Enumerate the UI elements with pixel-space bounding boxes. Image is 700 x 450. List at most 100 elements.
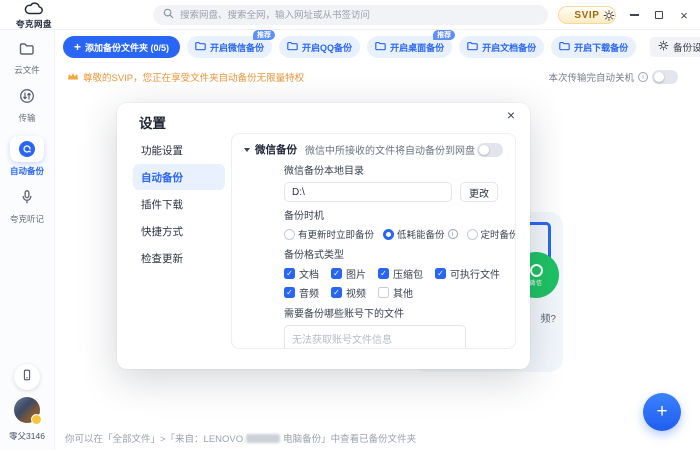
section-description: 微信中所接收的文件将自动备份到网盘 <box>305 142 475 157</box>
redacted-device-name <box>246 434 280 443</box>
recommend-badge: 推荐 <box>433 30 455 40</box>
section-title: 微信备份 <box>255 142 297 157</box>
checkbox-audio[interactable]: 音频 <box>284 285 319 300</box>
local-dir-label: 微信备份本地目录 <box>284 165 503 178</box>
plus-icon: + <box>74 41 81 53</box>
radio-immediate-backup[interactable]: 有更新时立即备份 <box>284 227 374 241</box>
folder-icon <box>19 42 35 61</box>
local-dir-input[interactable] <box>284 182 452 202</box>
sidebar-item-auto-backup[interactable]: 自动备份 <box>10 136 44 177</box>
backup-toolbar: + 添加备份文件夹 (0/5) 开启微信备份 推荐 开启QQ备份 开启桌面备份 … <box>55 30 700 64</box>
enable-documents-backup-button[interactable]: 开启文档备份 <box>459 36 544 58</box>
sidebar-item-label: 夸克听记 <box>10 213 44 225</box>
tab-plugin-download[interactable]: 插件下载 <box>133 191 225 217</box>
folder-backup-icon <box>375 41 386 53</box>
sidebar: 云文件 传输 自动备份 夸克听记 <box>0 30 55 450</box>
wechat-backup-header: 微信备份 微信中所接收的文件将自动备份到网盘 <box>244 142 503 157</box>
checkbox-documents[interactable]: 文档 <box>284 266 319 281</box>
tab-check-update[interactable]: 检查更新 <box>133 245 225 271</box>
gear-icon <box>658 40 669 54</box>
add-backup-folder-button[interactable]: + 添加备份文件夹 (0/5) <box>63 36 180 58</box>
sidebar-item-label: 云文件 <box>14 64 40 76</box>
cloud-logo-icon <box>24 2 44 19</box>
app-window: 夸克网盘 SVIP × 云文件 <box>0 0 700 450</box>
auto-shutdown-label: 本次传输完自动关机 <box>548 70 634 84</box>
enable-qq-backup-button[interactable]: 开启QQ备份 <box>279 36 360 58</box>
checkbox-video[interactable]: 视频 <box>331 285 366 300</box>
sidebar-item-listen-notes[interactable]: 夸克听记 <box>10 189 44 225</box>
theme-gear-icon[interactable] <box>603 8 615 22</box>
sidebar-item-label: 自动备份 <box>10 165 44 177</box>
mobile-app-button[interactable] <box>14 364 40 390</box>
tab-auto-backup[interactable]: 自动备份 <box>133 164 225 190</box>
search-icon <box>163 6 174 24</box>
backup-sync-icon <box>10 136 44 162</box>
folder-backup-icon <box>467 41 478 53</box>
checkbox-icon[interactable] <box>435 268 446 279</box>
maximize-button[interactable] <box>653 8 665 22</box>
user-avatar[interactable] <box>14 397 40 423</box>
settings-tabs: 功能设置 自动备份 插件下载 快捷方式 检查更新 <box>117 133 229 369</box>
enable-downloads-backup-button[interactable]: 开启下载备份 <box>551 36 636 58</box>
checkbox-images[interactable]: 图片 <box>331 266 366 281</box>
change-dir-button[interactable]: 更改 <box>460 182 498 202</box>
topbar: 夸克网盘 SVIP × <box>0 0 700 30</box>
radio-icon[interactable] <box>284 229 295 240</box>
info-icon[interactable]: i <box>448 229 458 239</box>
search-bar[interactable] <box>153 5 548 25</box>
statusbar-text-suffix: 电脑备份」中查看已备份文件夹 <box>283 431 416 445</box>
tab-function-settings[interactable]: 功能设置 <box>133 137 225 163</box>
folder-backup-icon <box>287 41 298 53</box>
checkbox-icon[interactable] <box>331 268 342 279</box>
checkbox-other[interactable]: 其他 <box>378 285 413 300</box>
enable-desktop-backup-button[interactable]: 开启桌面备份 推荐 <box>367 36 452 58</box>
collapse-caret-icon[interactable] <box>244 148 250 152</box>
info-icon[interactable]: i <box>638 72 648 82</box>
radio-icon[interactable] <box>467 229 478 240</box>
settings-modal: 设置 × 功能设置 自动备份 插件下载 快捷方式 检查更新 微信备份 微信中所接… <box>117 103 530 369</box>
transfer-icon <box>19 88 35 109</box>
enable-wechat-backup-button[interactable]: 开启微信备份 推荐 <box>187 36 272 58</box>
promo-question-fragment: 频? <box>540 310 556 325</box>
sidebar-item-transfer[interactable]: 传输 <box>18 88 35 124</box>
wechat-backup-settings: 微信备份本地目录 更改 备份时机 有更新时立即备份 低耗能备份 <box>284 165 503 349</box>
auto-shutdown-control: 本次传输完自动关机 i <box>548 70 678 84</box>
microphone-icon <box>19 189 35 210</box>
app-name: 夸克网盘 <box>11 20 57 29</box>
accounts-label: 需要备份哪些账号下的文件 <box>284 308 503 321</box>
checkbox-icon[interactable] <box>331 287 342 298</box>
auto-shutdown-toggle[interactable] <box>652 70 678 84</box>
timing-label: 备份时机 <box>284 210 503 223</box>
phone-icon <box>20 368 34 387</box>
search-input[interactable] <box>180 10 538 21</box>
checkbox-archives[interactable]: 压缩包 <box>378 266 423 281</box>
local-dir-row: 更改 <box>284 182 503 202</box>
sidebar-bottom: 零父3146 <box>9 364 45 450</box>
checkbox-icon[interactable] <box>284 268 295 279</box>
wechat-backup-panel: 微信备份 微信中所接收的文件将自动备份到网盘 微信备份本地目录 更改 备份时机 <box>231 133 516 349</box>
radio-scheduled-backup[interactable]: 定时备份 <box>467 227 516 241</box>
sidebar-item-cloud-files[interactable]: 云文件 <box>14 42 40 76</box>
checkbox-icon[interactable] <box>378 287 389 298</box>
modal-title: 设置 <box>139 112 166 132</box>
close-window-button[interactable]: × <box>678 8 690 22</box>
window-controls: × <box>603 0 690 30</box>
svip-notice-text: 尊敬的SVIP，您正在享受文件夹自动备份无限量特权 <box>83 70 304 84</box>
format-label: 备份格式类型 <box>284 249 503 262</box>
radio-icon[interactable] <box>383 229 394 240</box>
statusbar: 你可以在「全部文件」>「来自：LENOVO 电脑备份」中查看已备份文件夹 <box>65 431 416 445</box>
accounts-input[interactable] <box>284 325 466 349</box>
minimize-button[interactable] <box>628 8 640 22</box>
backup-settings-button[interactable]: 备份设置 <box>650 37 700 57</box>
radio-low-power-backup[interactable]: 低耗能备份 i <box>383 227 458 241</box>
checkbox-icon[interactable] <box>284 287 295 298</box>
crown-icon <box>67 68 79 86</box>
wechat-backup-toggle[interactable] <box>477 143 503 157</box>
tab-shortcuts[interactable]: 快捷方式 <box>133 218 225 244</box>
checkbox-icon[interactable] <box>378 268 389 279</box>
modal-body: 功能设置 自动备份 插件下载 快捷方式 检查更新 微信备份 微信中所接收的文件将… <box>117 133 530 369</box>
recommend-badge: 推荐 <box>253 30 275 40</box>
add-fab-button[interactable]: + <box>643 393 681 431</box>
checkbox-executables[interactable]: 可执行文件 <box>435 266 500 281</box>
close-icon[interactable]: × <box>507 108 515 122</box>
